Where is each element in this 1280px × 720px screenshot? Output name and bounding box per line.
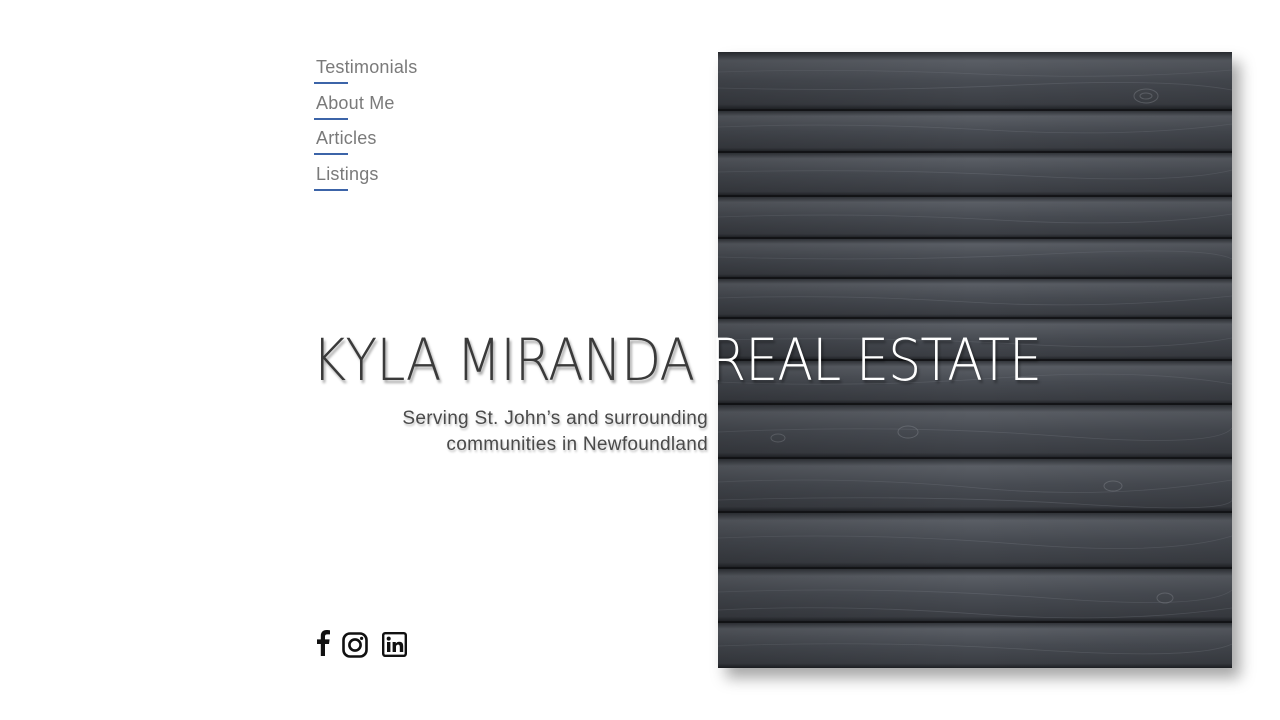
page: Testimonials About Me Articles Listings — [0, 0, 1280, 720]
site-title: KYLA MIRANDA REAL ESTATE — [312, 325, 1042, 395]
nav-item-listings[interactable]: Listings — [314, 162, 514, 198]
site-title-suffix: REAL ESTATE — [709, 326, 1042, 394]
nav-underline — [314, 188, 348, 191]
instagram-icon[interactable] — [342, 632, 368, 663]
nav-label: Listings — [316, 163, 379, 184]
tagline-line-2: communities in Newfoundland — [446, 434, 708, 455]
tagline-line-1: Serving St. John’s and surrounding — [402, 408, 708, 429]
nav-label: About Me — [316, 92, 395, 113]
nav-label: Articles — [316, 128, 377, 148]
site-tagline: Serving St. John’s and surrounding commu… — [402, 406, 708, 458]
main-nav: Testimonials About Me Articles Listings — [314, 55, 514, 197]
nav-label: Testimonials — [316, 57, 418, 77]
nav-item-about-me[interactable]: About Me — [314, 91, 514, 127]
site-title-name: KYLA MIRANDA — [312, 326, 695, 394]
nav-underline — [314, 82, 348, 84]
nav-underline — [314, 117, 348, 120]
nav-underline — [314, 153, 348, 155]
facebook-icon[interactable] — [316, 630, 330, 661]
nav-item-testimonials[interactable]: Testimonials — [314, 55, 514, 91]
linkedin-icon[interactable] — [382, 632, 408, 662]
nav-item-articles[interactable]: Articles — [314, 126, 514, 162]
